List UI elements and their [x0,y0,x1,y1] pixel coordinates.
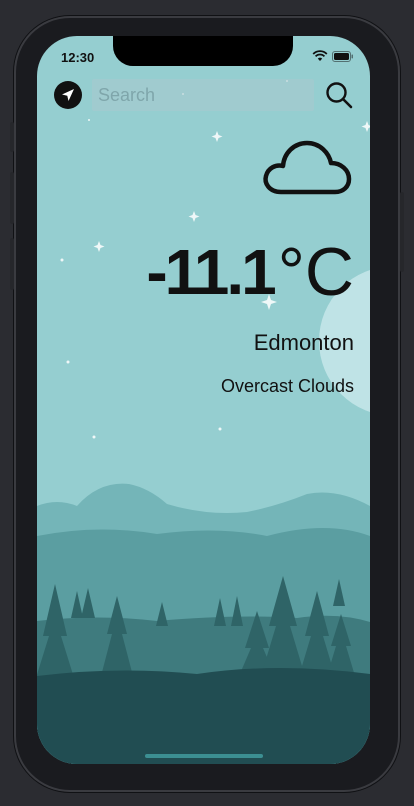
weather-condition: Overcast Clouds [220,376,354,396]
wifi-icon [312,50,328,61]
city-name: Edmonton [253,330,354,355]
status-icons [312,50,354,62]
weather-screen: 12:30 -11.1 °C [37,36,370,764]
search-button[interactable] [324,80,354,110]
battery-icon [332,50,353,62]
side-button-left-3 [10,238,14,290]
side-button-right [400,192,404,272]
side-button-left-1 [10,122,14,152]
temperature: -11.1 °C [146,236,354,308]
temperature-unit: °C [277,234,354,310]
temperature-value: -11.1 [146,236,276,308]
status-time: 12:30 [61,50,95,65]
search-bar [54,79,354,111]
notch [113,36,293,66]
cloud-icon [263,140,352,195]
location-button[interactable] [54,81,82,109]
search-input[interactable] [92,79,314,111]
side-button-left-2 [10,172,14,224]
home-indicator [145,754,263,758]
location-arrow-icon [62,89,74,101]
search-icon [326,82,353,109]
